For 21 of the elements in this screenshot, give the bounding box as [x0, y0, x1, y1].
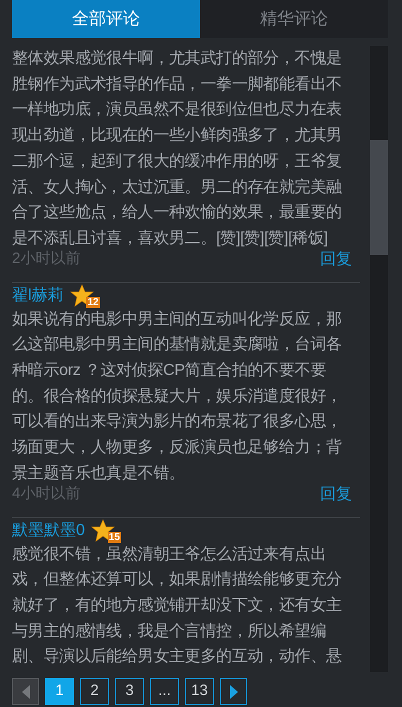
username[interactable]: 默墨默墨0 [12, 518, 85, 543]
scrollbar[interactable] [370, 46, 388, 672]
tab[interactable]: 全部评论 [12, 0, 200, 38]
comment-text: 感觉很不错，虽然清朝王爷怎么活过来有点出 戏，但整体还算可以，如果剧情描绘能够更充分 就好了，有的地方感觉铺开却没下文，还有女主 与男主的感情线，我是个言情控，所以希望编 剧、导演以后能给男女主更多的互动，动作、悬 [12, 544, 343, 668]
tab[interactable]: 精华评论 [200, 0, 388, 38]
comment-text: 整体效果感觉很牛啊，尤其武打的部分，不愧是 胜钢作为武术指导的作品，一拳一脚都能看出不 一样地功底，演员虽然不是很到位但也尽力在表 现出劲道，比现在的一些小鲜肉强多了，尤其男 二那个逗，起到了很大的缓冲作用的呀，王爷复 活、女人掏心，太过沉重。男二的存在就完美融 合了这些尬点，给人一种欢愉的效果，最重要的 是不添乱且讨喜，喜欢男二。[赞][赞][赞][稀饭] [12, 48, 343, 249]
left-triangle-icon [20, 684, 30, 698]
timestamp: 4小时以前 [12, 484, 80, 504]
reply-link[interactable]: 回复 [320, 482, 352, 507]
comment-text: 如果说有的电影中男主间的互动叫化学反应，那 么这部电影中男主间的基情就是卖腐啦，台词各 种暗示orz ？这对侦探CP简直合拍的不要不要 的。很合格的侦探悬疑大片，娱乐消遣度很好， 可以看的出来导演为影片的布景花了很多心思， 场面更大，人物更多，反派演员也足够给力；背 景主题音乐也真是不错。 [12, 310, 343, 484]
reply-link[interactable]: 回复 [320, 248, 352, 272]
page-button[interactable]: 13 [185, 678, 214, 705]
next-page-button[interactable] [220, 678, 247, 705]
page-button[interactable]: ... [150, 678, 179, 705]
page-button[interactable]: 3 [115, 678, 144, 705]
username[interactable]: 翟l赫莉 [12, 284, 64, 308]
page-button[interactable]: 1 [45, 678, 74, 705]
page-button[interactable]: 2 [80, 678, 109, 705]
timestamp: 2小时以前 [12, 249, 80, 270]
right-triangle-icon [228, 684, 238, 698]
scrollbar-thumb[interactable] [370, 140, 388, 255]
